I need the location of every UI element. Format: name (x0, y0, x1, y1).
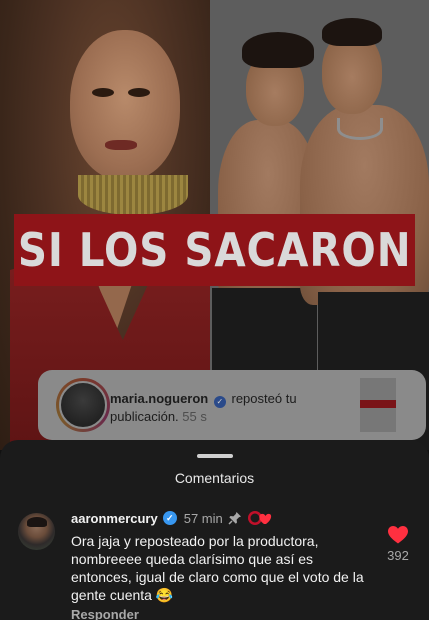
sheet-title: Comentarios (174, 470, 255, 486)
man-right-chain (337, 118, 383, 140)
verified-badge-icon: ✓ (213, 396, 226, 408)
post-headline-banner: SI LOS SACARON (14, 214, 415, 286)
comment-text: Ora jaja y reposteado por la productora,… (71, 533, 364, 603)
comment-username[interactable]: aaronmercury (71, 511, 158, 526)
repost-text: maria.nogueron ✓ reposteó tu publicación… (110, 390, 340, 425)
like-count: 392 (387, 548, 409, 563)
repost-thumbnail (360, 378, 396, 432)
repost-username: maria.nogueron (110, 391, 209, 406)
man-left-hair (242, 32, 314, 68)
pin-icon (228, 512, 241, 525)
heart-icon[interactable] (388, 526, 408, 544)
woman-eye-right (128, 88, 150, 97)
post-headline: SI LOS SACARON (17, 223, 412, 277)
repost-avatar (56, 378, 110, 432)
author-liked-icon (247, 511, 271, 525)
woman-necklace (78, 175, 188, 215)
repost-time: 55 s (182, 409, 207, 424)
comment-time: 57 min (183, 510, 223, 526)
woman-face (70, 30, 180, 180)
repost-card: maria.nogueron ✓ reposteó tu publicación… (38, 370, 426, 440)
woman-lips (105, 140, 137, 150)
post-image: SI LOS SACARON maria.nogueron ✓ reposteó… (0, 0, 429, 450)
man-right-hair (322, 18, 382, 46)
woman-eye-left (92, 88, 114, 97)
verified-badge-icon: ✓ (162, 511, 177, 525)
sheet-drag-handle[interactable] (197, 454, 233, 458)
reply-button[interactable]: Responder (71, 607, 139, 620)
comment-avatar[interactable] (18, 513, 55, 550)
comment-header: aaronmercury ✓ 57 min (71, 509, 273, 527)
